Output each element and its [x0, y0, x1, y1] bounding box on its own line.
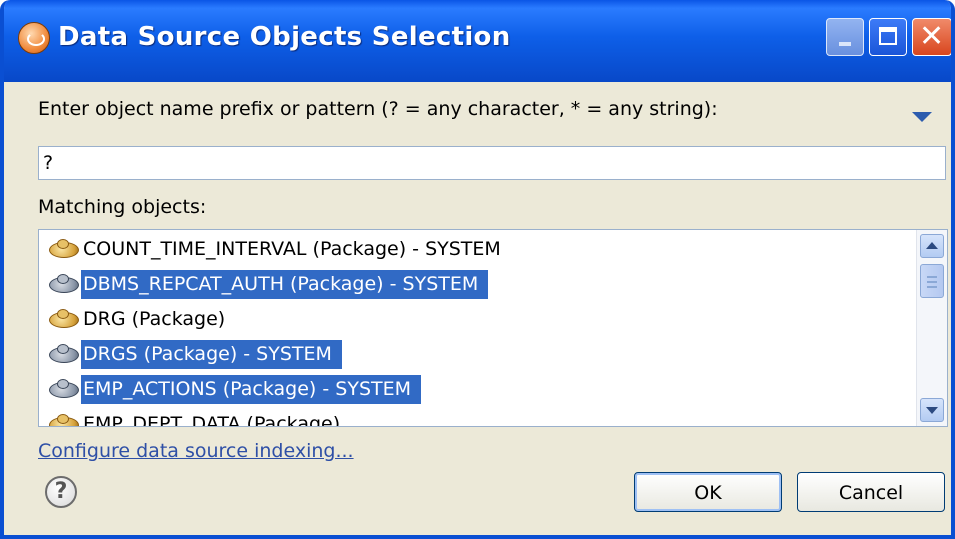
window-title: Data Source Objects Selection — [58, 22, 511, 52]
list-item[interactable]: EMP_ACTIONS (Package) - SYSTEM — [47, 372, 422, 406]
dropdown-menu-icon[interactable] — [912, 112, 932, 122]
scroll-up-button[interactable] — [920, 234, 944, 258]
chevron-down-icon — [926, 407, 938, 414]
package-icon — [47, 378, 81, 400]
list-item[interactable]: DBMS_REPCAT_AUTH (Package) - SYSTEM — [47, 267, 489, 301]
vertical-scrollbar[interactable] — [916, 230, 947, 426]
list-item[interactable]: COUNT_TIME_INTERVAL (Package) - SYSTEM — [47, 232, 511, 266]
close-icon: ✕ — [919, 19, 945, 54]
cancel-button[interactable]: Cancel — [797, 472, 945, 512]
maximize-icon — [879, 27, 897, 45]
matching-objects-list[interactable]: COUNT_TIME_INTERVAL (Package) - SYSTEM D… — [38, 229, 948, 427]
help-icon[interactable]: ? — [45, 476, 77, 508]
list-item-label: DRG (Package) — [83, 307, 226, 330]
ok-button[interactable]: OK — [634, 472, 782, 512]
package-icon — [47, 273, 81, 295]
list-item[interactable]: EMP_DEPT_DATA (Package) — [47, 407, 350, 427]
list-item[interactable]: DRG (Package) — [47, 302, 235, 336]
title-bar[interactable]: Data Source Objects Selection ✕ — [4, 0, 951, 82]
dialog-window: Data Source Objects Selection ✕ Enter ob… — [0, 0, 955, 539]
matching-objects-label: Matching objects: — [38, 196, 207, 218]
list-item-label: DRGS (Package) - SYSTEM — [81, 339, 342, 369]
package-icon — [47, 238, 81, 260]
list-item-label: COUNT_TIME_INTERVAL (Package) - SYSTEM — [83, 237, 501, 260]
minimize-icon — [839, 42, 851, 46]
list-item[interactable]: DRGS (Package) - SYSTEM — [47, 337, 342, 371]
minimize-button[interactable] — [826, 18, 864, 56]
close-button[interactable]: ✕ — [912, 18, 951, 56]
scroll-down-button[interactable] — [920, 398, 944, 422]
list-item-label: DBMS_REPCAT_AUTH (Package) - SYSTEM — [81, 269, 489, 299]
pattern-prompt-label: Enter object name prefix or pattern (? =… — [38, 98, 718, 120]
list-item-label: EMP_ACTIONS (Package) - SYSTEM — [81, 374, 422, 404]
package-icon — [47, 413, 81, 426]
configure-indexing-link[interactable]: Configure data source indexing... — [38, 440, 354, 462]
package-icon — [47, 343, 81, 365]
list-item-label: EMP_DEPT_DATA (Package) — [83, 412, 341, 427]
maximize-button[interactable] — [869, 18, 907, 56]
package-icon — [47, 308, 81, 330]
pattern-input[interactable] — [38, 146, 946, 180]
chevron-up-icon — [926, 242, 938, 249]
app-icon — [18, 22, 50, 54]
scroll-thumb[interactable] — [920, 264, 944, 298]
